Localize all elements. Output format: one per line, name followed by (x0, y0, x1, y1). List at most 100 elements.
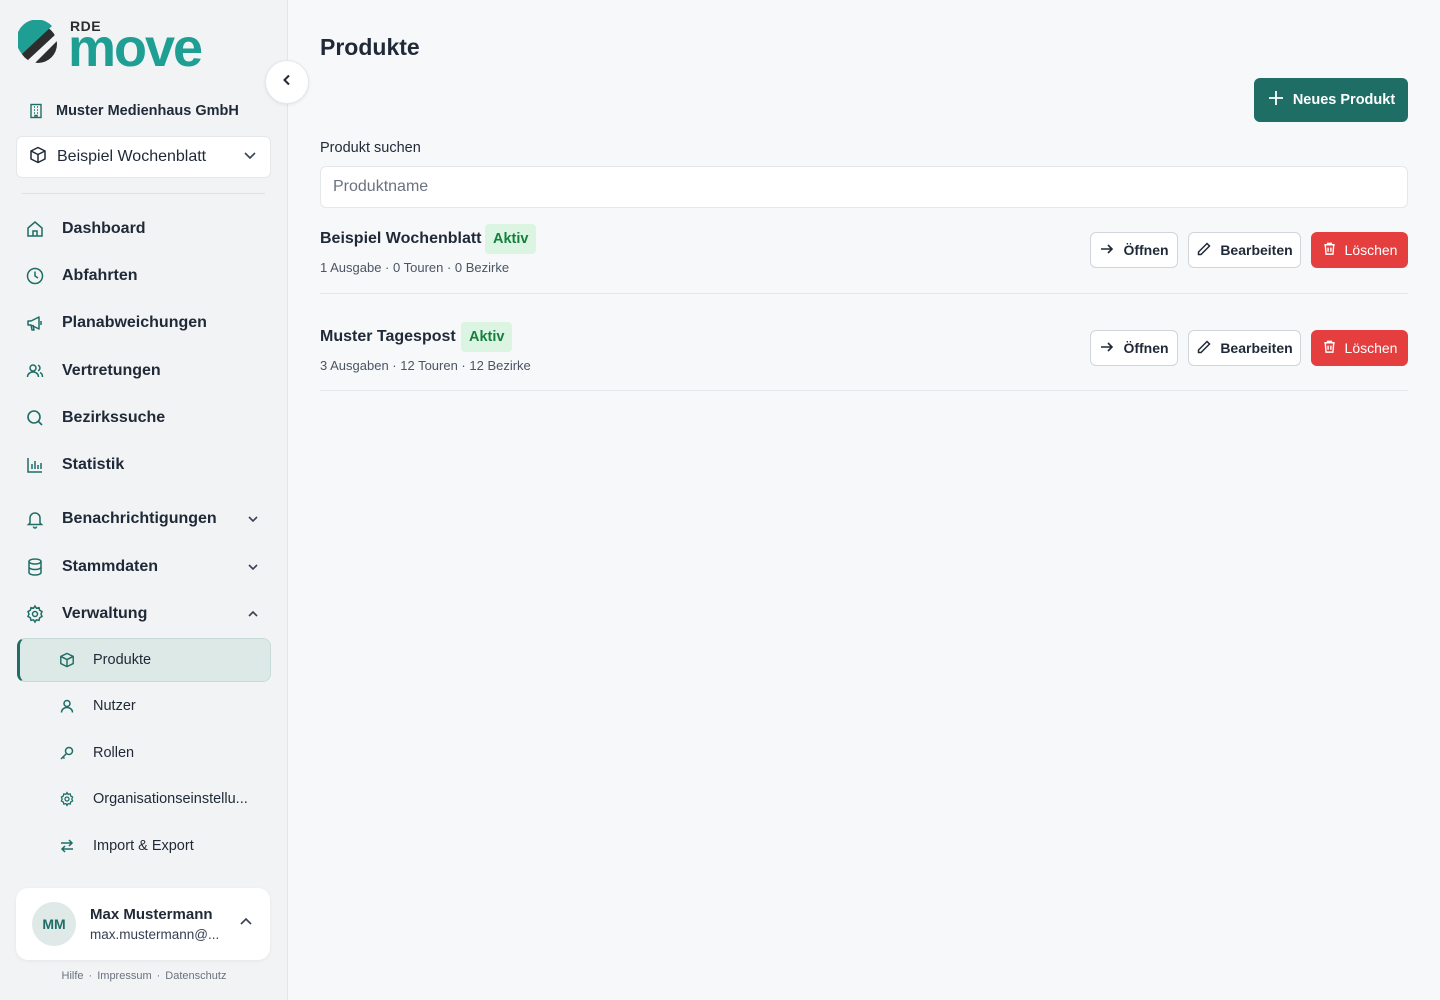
arrow-right-icon (1099, 339, 1115, 358)
sidebar-item-dashboard[interactable]: Dashboard (24, 214, 271, 244)
gear-icon (24, 603, 46, 625)
collapse-sidebar-button[interactable] (265, 60, 309, 104)
logo-name: move (68, 18, 203, 78)
pencil-icon (1196, 339, 1212, 358)
delete-button[interactable]: Löschen (1311, 232, 1408, 268)
help-link[interactable]: Hilfe (62, 970, 84, 982)
sidebar-subitem-nutzer[interactable]: Nutzer (17, 684, 271, 728)
chevron-down-icon (245, 511, 261, 532)
database-icon (24, 556, 46, 578)
edit-label: Bearbeiten (1220, 242, 1293, 258)
organization-name: Muster Medienhaus GmbH (28, 100, 239, 122)
product-meta: 1 Ausgabe · 0 Touren · 0 Bezirke (320, 260, 510, 275)
sidebar-subitem-label: Produkte (93, 652, 152, 668)
sidebar-item-planabweichungen[interactable]: Planabweichungen (24, 308, 271, 338)
clock-icon (24, 265, 46, 287)
sidebar: RDE move Muster Medienhaus GmbH Beispiel… (0, 0, 288, 1000)
sidebar-divider (22, 193, 265, 194)
sidebar-item-label: Benachrichtigungen (62, 510, 217, 527)
trash-icon (1322, 241, 1337, 259)
edit-button[interactable]: Bearbeiten (1188, 330, 1301, 366)
sidebar-item-label: Planabweichungen (62, 314, 207, 331)
edit-label: Bearbeiten (1220, 340, 1293, 356)
sidebar-item-bezirkssuche[interactable]: Bezirkssuche (24, 403, 271, 433)
user-info: Max Mustermann max.mustermann@... (90, 906, 219, 942)
user-name: Max Mustermann (90, 906, 213, 923)
home-icon (24, 218, 46, 240)
chevron-up-icon (245, 606, 261, 627)
sidebar-item-stammdaten[interactable]: Stammdaten (24, 552, 271, 582)
user-menu[interactable]: MM Max Mustermann max.mustermann@... (16, 888, 270, 960)
search-icon (24, 407, 46, 429)
delete-label: Löschen (1344, 242, 1398, 258)
sidebar-item-label: Bezirkssuche (62, 409, 166, 426)
box-icon (59, 652, 75, 668)
gear-icon (59, 791, 75, 807)
sidebar-item-label: Vertretungen (62, 362, 161, 379)
product-row: Muster Tagespost Aktiv 3 Ausgaben · 12 T… (320, 322, 1408, 391)
sidebar-item-vertretungen[interactable]: Vertretungen (24, 356, 271, 386)
megaphone-icon (24, 312, 46, 334)
plus-icon (1267, 89, 1285, 111)
delete-label: Löschen (1344, 340, 1398, 356)
delete-button[interactable]: Löschen (1311, 330, 1408, 366)
sidebar-item-label: Verwaltung (62, 605, 148, 622)
footer-separator: · (88, 970, 93, 982)
bell-icon (24, 508, 46, 530)
arrow-right-icon (1099, 241, 1115, 260)
product-meta: 3 Ausgaben · 12 Touren · 12 Bezirke (320, 358, 531, 373)
open-label: Öffnen (1123, 242, 1169, 258)
trash-icon (1322, 339, 1337, 357)
open-button[interactable]: Öffnen (1090, 330, 1178, 366)
status-badge: Aktiv (461, 322, 513, 352)
datenschutz-link[interactable]: Datenschutz (165, 970, 226, 982)
sidebar-item-verwaltung[interactable]: Verwaltung (24, 599, 271, 629)
product-search-input[interactable] (320, 166, 1408, 208)
sidebar-item-label: Stammdaten (62, 558, 159, 575)
organization-label: Muster Medienhaus GmbH (56, 103, 239, 119)
sidebar-subitem-organisationseinstellungen[interactable]: Organisationseinstellu... (17, 777, 271, 821)
chevron-up-icon (238, 914, 254, 935)
avatar: MM (32, 902, 76, 946)
open-label: Öffnen (1123, 340, 1169, 356)
status-badge: Aktiv (485, 224, 537, 254)
sidebar-subitem-produkte[interactable]: Produkte (17, 638, 271, 682)
open-button[interactable]: Öffnen (1090, 232, 1178, 268)
product-name[interactable]: Beispiel Wochenblatt (320, 230, 482, 248)
edit-button[interactable]: Bearbeiten (1188, 232, 1301, 268)
footer-links: Hilfe · Impressum · Datenschutz (0, 970, 288, 982)
new-product-label: Neues Produkt (1292, 92, 1396, 108)
pencil-icon (1196, 241, 1212, 260)
sidebar-item-label: Dashboard (62, 220, 146, 237)
sidebar-subitem-label: Organisationseinstellu... (93, 791, 248, 807)
sidebar-subitem-label: Rollen (93, 745, 135, 761)
sidebar-item-label: Abfahrten (62, 267, 138, 284)
product-row: Beispiel Wochenblatt Aktiv 1 Ausgabe · 0… (320, 224, 1408, 294)
key-icon (59, 745, 75, 761)
search-label: Produkt suchen (320, 140, 421, 156)
user-email: max.mustermann@... (90, 927, 220, 942)
page-title: Produkte (320, 34, 420, 60)
building-icon (28, 103, 44, 119)
chevron-down-icon (245, 559, 261, 580)
logo[interactable]: RDE move (18, 18, 248, 76)
chevron-down-icon (242, 147, 258, 168)
product-select[interactable]: Beispiel Wochenblatt (16, 136, 271, 178)
new-product-button[interactable]: Neues Produkt (1254, 78, 1408, 122)
product-select-value: Beispiel Wochenblatt (57, 148, 207, 165)
users-icon (24, 360, 46, 382)
user-icon (59, 698, 75, 714)
sidebar-subitem-rollen[interactable]: Rollen (17, 731, 271, 775)
box-icon (29, 146, 47, 169)
sidebar-item-label: Statistik (62, 456, 125, 473)
sidebar-item-abfahrten[interactable]: Abfahrten (24, 261, 271, 291)
sidebar-item-benachrichtigungen[interactable]: Benachrichtigungen (24, 504, 271, 534)
chevron-left-icon (280, 73, 294, 92)
product-name[interactable]: Muster Tagespost (320, 328, 456, 346)
logo-mark-icon (18, 20, 58, 64)
sidebar-subitem-import-export[interactable]: Import & Export (17, 824, 271, 868)
sidebar-subitem-label: Nutzer (93, 698, 136, 714)
impressum-link[interactable]: Impressum (97, 970, 151, 982)
sidebar-item-statistik[interactable]: Statistik (24, 450, 271, 480)
footer-separator: · (156, 970, 161, 982)
